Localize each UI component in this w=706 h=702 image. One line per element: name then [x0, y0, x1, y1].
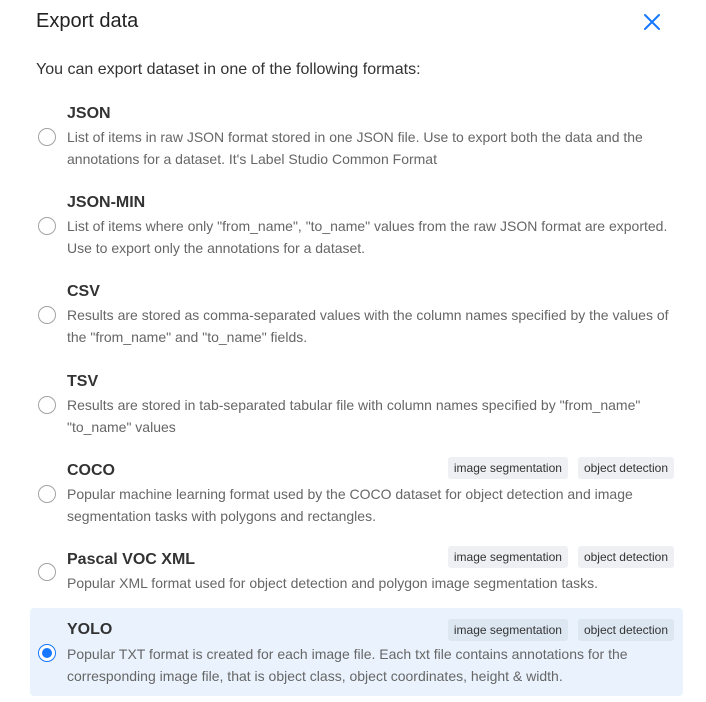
close-button[interactable]	[642, 12, 662, 32]
format-radio[interactable]	[38, 485, 56, 503]
format-option-tsv[interactable]: TSV Results are stored in tab-separated …	[30, 363, 683, 452]
format-name: COCO	[67, 462, 115, 479]
format-radio-selected[interactable]	[38, 644, 56, 662]
format-option-json[interactable]: JSON List of items in raw JSON format st…	[30, 95, 683, 184]
format-tags: image segmentation object detection	[447, 457, 674, 479]
tag-image-segmentation: image segmentation	[447, 619, 568, 641]
tag-object-detection: object detection	[577, 546, 674, 568]
tag-object-detection: object detection	[577, 457, 674, 479]
tag-image-segmentation: image segmentation	[447, 457, 568, 479]
format-option-yolo[interactable]: YOLO image segmentation object detection…	[30, 608, 683, 696]
dialog-title: Export data	[36, 10, 139, 32]
dialog-intro: You can export dataset in one of the fol…	[36, 61, 421, 78]
format-description: Results are stored as comma-separated va…	[67, 307, 669, 345]
format-option-csv[interactable]: CSV Results are stored as comma-separate…	[30, 273, 683, 363]
format-tags: image segmentation object detection	[447, 619, 674, 641]
dialog-header: Export data	[36, 8, 670, 34]
format-description: Popular TXT format is created for each i…	[67, 646, 628, 684]
format-description: Popular machine learning format used by …	[67, 486, 633, 524]
format-name: JSON	[67, 105, 111, 122]
format-radio[interactable]	[38, 563, 56, 581]
format-name: TSV	[67, 373, 99, 390]
format-radio[interactable]	[38, 396, 56, 414]
format-radio[interactable]	[38, 128, 56, 146]
format-radio[interactable]	[38, 217, 56, 235]
format-option-json-min[interactable]: JSON-MIN List of items where only "from_…	[30, 184, 683, 273]
format-description: Results are stored in tab-separated tabu…	[67, 397, 641, 435]
format-option-coco[interactable]: COCO image segmentation object detection…	[30, 452, 683, 541]
format-description: Popular XML format used for object detec…	[67, 575, 599, 591]
format-name: Pascal VOC XML	[67, 551, 196, 568]
tag-object-detection: object detection	[577, 619, 674, 641]
tag-image-segmentation: image segmentation	[447, 546, 568, 568]
format-description: List of items where only "from_name", "t…	[67, 218, 668, 256]
format-name: YOLO	[67, 621, 113, 638]
format-list: JSON List of items in raw JSON format st…	[30, 95, 683, 696]
format-radio[interactable]	[38, 306, 56, 324]
close-x-icon	[644, 14, 660, 30]
format-description: List of items in raw JSON format stored …	[67, 129, 643, 167]
format-name: CSV	[67, 283, 100, 300]
format-option-pascal-voc-xml[interactable]: Pascal VOC XML image segmentation object…	[30, 541, 683, 608]
format-tags: image segmentation object detection	[447, 546, 674, 568]
format-name: JSON-MIN	[67, 194, 146, 211]
